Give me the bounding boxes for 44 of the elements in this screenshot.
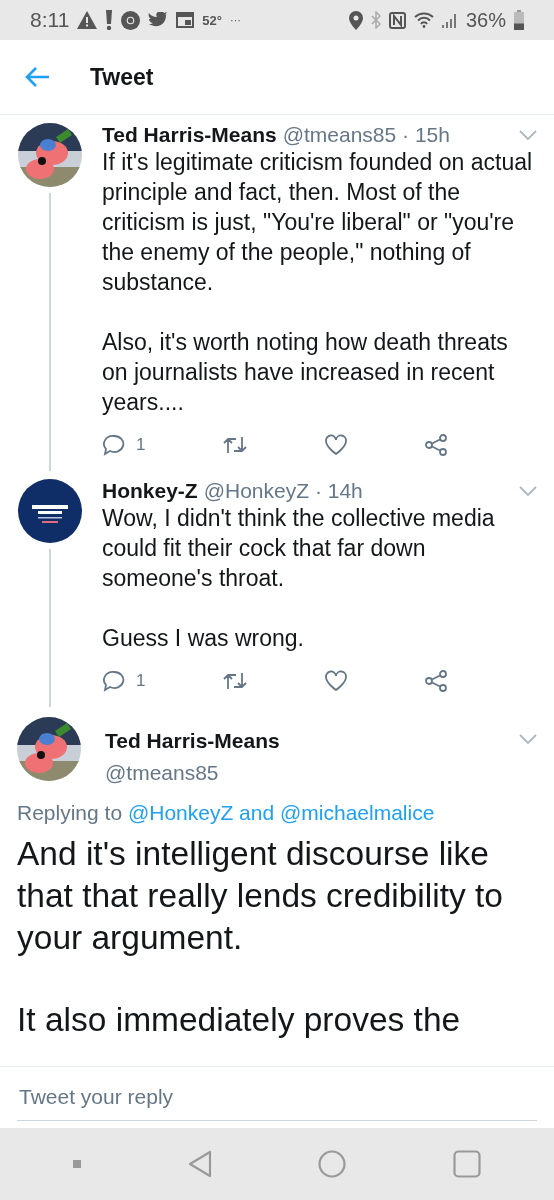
bird-icon: [148, 11, 169, 29]
location-icon: [348, 10, 363, 30]
chevron-down-icon[interactable]: [518, 129, 538, 141]
calendar-icon: [176, 12, 195, 28]
home-button[interactable]: [318, 1150, 347, 1178]
like-button[interactable]: [323, 433, 348, 457]
author-handle: @tmeans85: [105, 761, 220, 785]
tweet-text: Wow, I didn't think the collective media could fit their cock that far down someone's throat.: [102, 504, 496, 593]
chevron-down-icon[interactable]: [518, 733, 538, 745]
warning-icon: [77, 11, 98, 29]
tweet-text: If it's legitimate criticism founded on actual principle and fact, then. Most of the criticism is just, "You're liberal" or "you're the enemy of the people," nothing of substance.: [102, 148, 534, 297]
back-button[interactable]: [187, 1150, 212, 1178]
recents-button[interactable]: [452, 1150, 481, 1178]
tweet-text: It also immediately proves the: [17, 1000, 462, 1040]
like-button[interactable]: [323, 669, 348, 693]
nfc-icon: [388, 11, 406, 29]
mention-link[interactable]: @HonkeyZ: [127, 801, 234, 824]
author-handle: @HonkeyZ · 14h: [203, 479, 363, 503]
wifi-icon: [413, 12, 434, 28]
reply-button[interactable]: 1: [102, 433, 146, 457]
replying-to-text: Replying to @HonkeyZ and @michaelmalice: [17, 801, 436, 825]
chrome-icon: [121, 10, 141, 30]
battery-icon: [514, 10, 524, 30]
exclamation-icon: [105, 10, 114, 30]
clock: 8:11: [30, 8, 70, 32]
tweet-text: Also, it's worth noting how death threats on journalists have increased in recent years....: [102, 328, 509, 417]
reply-button[interactable]: 1: [102, 669, 146, 693]
author-name: Ted Harris-Means: [102, 123, 277, 147]
share-button[interactable]: [424, 433, 448, 457]
author-handle: @tmeans85 · 15h: [282, 123, 450, 147]
battery-percentage: 36%: [465, 8, 506, 32]
back-arrow-icon[interactable]: [24, 66, 50, 88]
more-notifications: ···: [230, 14, 241, 26]
author-name: Honkey-Z: [102, 479, 198, 503]
page-title: Tweet: [90, 63, 154, 91]
share-button[interactable]: [424, 669, 448, 693]
chevron-down-icon[interactable]: [518, 485, 538, 497]
signal-icon: [441, 12, 458, 28]
bluetooth-icon: [370, 11, 381, 29]
tweet-text: And it's intelligent discourse like that that really lends credibility to your argument.: [17, 834, 504, 958]
author-name: Ted Harris-Means: [105, 729, 281, 753]
tweet-text: Guess I was wrong.: [102, 624, 305, 653]
temperature: 52°: [202, 12, 222, 28]
mention-link[interactable]: and @michaelmalice: [239, 801, 435, 824]
